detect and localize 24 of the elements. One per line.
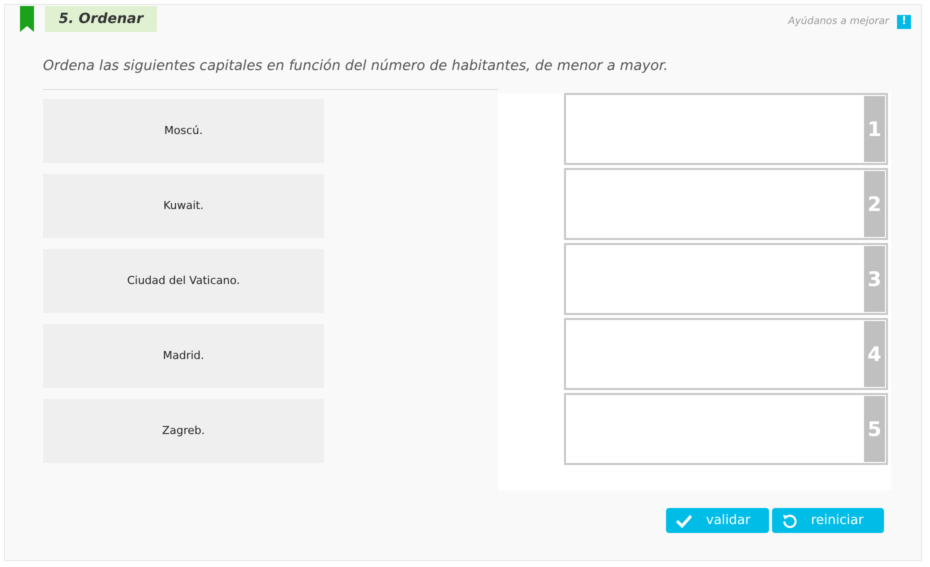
feedback-link[interactable]: Ayúdanos a mejorar xyxy=(788,14,889,29)
drop-slot[interactable]: 5 xyxy=(564,393,888,465)
drop-slot[interactable]: 2 xyxy=(564,168,888,240)
slot-number: 2 xyxy=(864,171,885,237)
section-title: 5. Ordenar xyxy=(45,6,157,32)
draggable-item[interactable]: Moscú. xyxy=(43,99,324,163)
bookmark-icon xyxy=(20,6,34,32)
draggable-item[interactable]: Madrid. xyxy=(43,324,324,388)
reset-button[interactable]: reiniciar xyxy=(772,508,884,533)
validate-button[interactable]: validar xyxy=(666,508,769,533)
feedback-icon[interactable]: ! xyxy=(897,14,911,28)
slot-number: 1 xyxy=(864,96,885,162)
slot-number: 3 xyxy=(864,246,885,312)
reset-icon xyxy=(782,513,797,528)
drop-slot[interactable]: 3 xyxy=(564,243,888,315)
question-text: Ordena las siguientes capitales en función del número de habitantes, de menor a mayor. xyxy=(43,57,669,76)
drop-slot[interactable]: 1 xyxy=(564,93,888,165)
drop-slot[interactable]: 4 xyxy=(564,318,888,390)
checkmark-icon xyxy=(676,514,692,528)
draggable-item[interactable]: Zagreb. xyxy=(43,399,324,463)
slot-number: 5 xyxy=(864,396,885,462)
slot-number: 4 xyxy=(864,321,885,387)
draggable-item[interactable]: Kuwait. xyxy=(43,174,324,238)
draggable-item[interactable]: Ciudad del Vaticano. xyxy=(43,249,324,313)
